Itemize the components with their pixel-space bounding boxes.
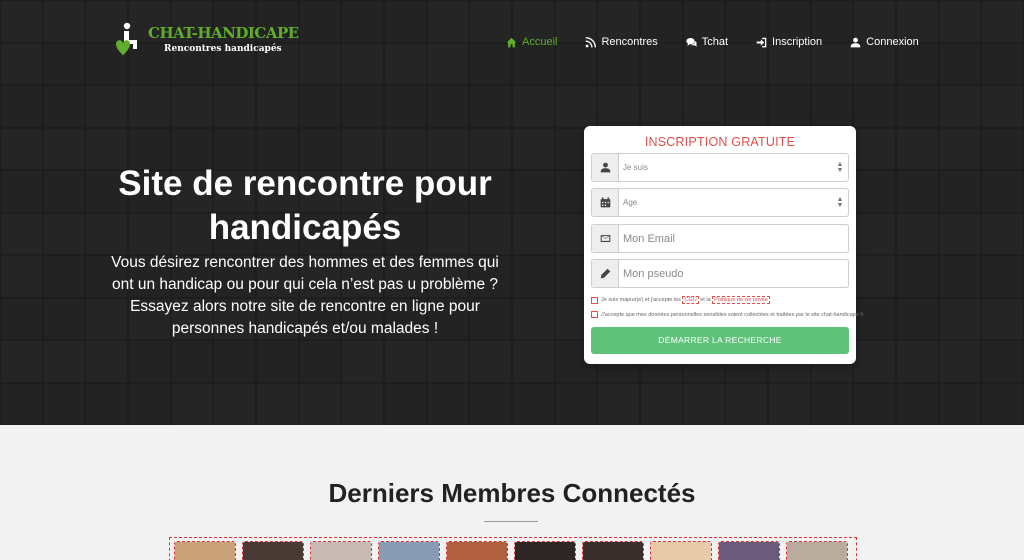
nav-rencontres[interactable]: Rencontres	[585, 36, 658, 48]
select-arrows-icon: ▲ ▼	[836, 160, 844, 174]
cgu-link[interactable]: CGU	[682, 296, 699, 304]
calendar-icon	[600, 197, 610, 208]
nav-label: Tchat	[701, 36, 729, 48]
logo-tagline: Rencontres handicapés	[164, 44, 282, 54]
member-photo	[311, 542, 371, 560]
rss-icon	[586, 36, 597, 47]
gender-select-value: Je suis	[623, 163, 648, 172]
member-photo	[515, 542, 575, 560]
member-photo	[651, 542, 711, 560]
pseudo-field[interactable]: Mon pseudo	[591, 259, 849, 288]
consent-cgu-checkbox[interactable]	[591, 296, 598, 304]
user-icon	[600, 162, 610, 173]
select-arrows-icon: ▲ ▼	[836, 195, 844, 209]
member-avatar[interactable]	[718, 541, 780, 560]
consent-cgu-mid: et la	[700, 297, 711, 303]
pseudo-placeholder: Mon pseudo	[623, 267, 684, 280]
member-photo	[175, 542, 235, 560]
nav-label: Inscription	[772, 36, 823, 48]
user-addon	[592, 154, 619, 181]
site-logo[interactable]: CHAT-HANDICAPE Rencontres handicapés	[112, 20, 299, 60]
consent-cgu-text: Je suis majeur(e) et j'accepte les	[601, 297, 681, 303]
logo-title: CHAT-HANDICAPE	[148, 24, 299, 42]
nav-label: Rencontres	[601, 36, 658, 48]
calendar-addon	[592, 189, 619, 216]
member-photo	[447, 542, 507, 560]
consent-cgu-row: Je suis majeur(e) et j'accepte les CGU e…	[591, 296, 770, 304]
main-nav: Accueil Rencontres Tchat Inscription Con…	[506, 36, 947, 48]
consent-data-row: J'accepte que mes données personnelles s…	[591, 311, 864, 318]
start-search-button[interactable]: DÉMARRER LA RECHERCHE	[591, 327, 849, 354]
email-field[interactable]: Mon Email	[591, 224, 849, 253]
consent-data-checkbox[interactable]	[591, 311, 598, 318]
age-select-value: Age	[623, 198, 638, 207]
nav-inscription[interactable]: Inscription	[756, 36, 822, 48]
members-section-title: Derniers Membres Connectés	[328, 478, 696, 508]
hero-section: CHAT-HANDICAPE Rencontres handicapés Acc…	[0, 0, 1024, 425]
member-avatar[interactable]	[174, 541, 236, 560]
email-placeholder: Mon Email	[623, 232, 675, 245]
member-avatar[interactable]	[786, 541, 848, 560]
gender-select[interactable]: Je suis ▲ ▼	[591, 153, 849, 182]
wheelchair-heart-logo-icon	[116, 22, 137, 56]
user-icon	[850, 37, 861, 47]
member-avatar[interactable]	[378, 541, 440, 560]
member-photo	[787, 542, 847, 560]
member-avatar[interactable]	[242, 541, 304, 560]
member-photo	[719, 542, 779, 560]
nav-accueil[interactable]: Accueil	[506, 36, 557, 48]
pencil-addon	[592, 260, 619, 287]
member-avatar[interactable]	[582, 541, 644, 560]
envelope-addon	[592, 225, 619, 252]
nav-tchat[interactable]: Tchat	[686, 36, 728, 48]
comments-icon	[686, 37, 697, 47]
member-avatar[interactable]	[310, 541, 372, 560]
hero-description: Vous désirez rencontrer des hommes et de…	[111, 254, 499, 337]
member-photo	[379, 542, 439, 560]
privacy-policy-link[interactable]: Politique de vie privée	[712, 296, 770, 304]
member-avatar[interactable]	[514, 541, 576, 560]
member-avatar[interactable]	[650, 541, 712, 560]
form-title: INSCRIPTION GRATUITE	[644, 135, 796, 149]
member-photo	[243, 542, 303, 560]
member-thumbnails	[174, 541, 848, 560]
nav-label: Accueil	[522, 36, 558, 48]
pencil-icon	[600, 268, 610, 279]
sign-in-icon	[756, 37, 767, 47]
age-select[interactable]: Age ▲ ▼	[591, 188, 849, 217]
title-divider	[484, 521, 538, 522]
nav-label: Connexion	[866, 36, 919, 48]
nav-connexion[interactable]: Connexion	[850, 36, 919, 48]
home-icon	[506, 37, 517, 47]
member-photo	[583, 542, 643, 560]
member-avatar[interactable]	[446, 541, 508, 560]
signup-form-card: INSCRIPTION GRATUITE Je suis ▲ ▼ Age ▲ ▼ M…	[584, 126, 864, 364]
consent-data-text: J'accepte que mes données personnelles s…	[601, 311, 864, 318]
hero-title: Site de rencontre pour handicapés	[118, 164, 492, 247]
envelope-icon	[600, 235, 610, 242]
